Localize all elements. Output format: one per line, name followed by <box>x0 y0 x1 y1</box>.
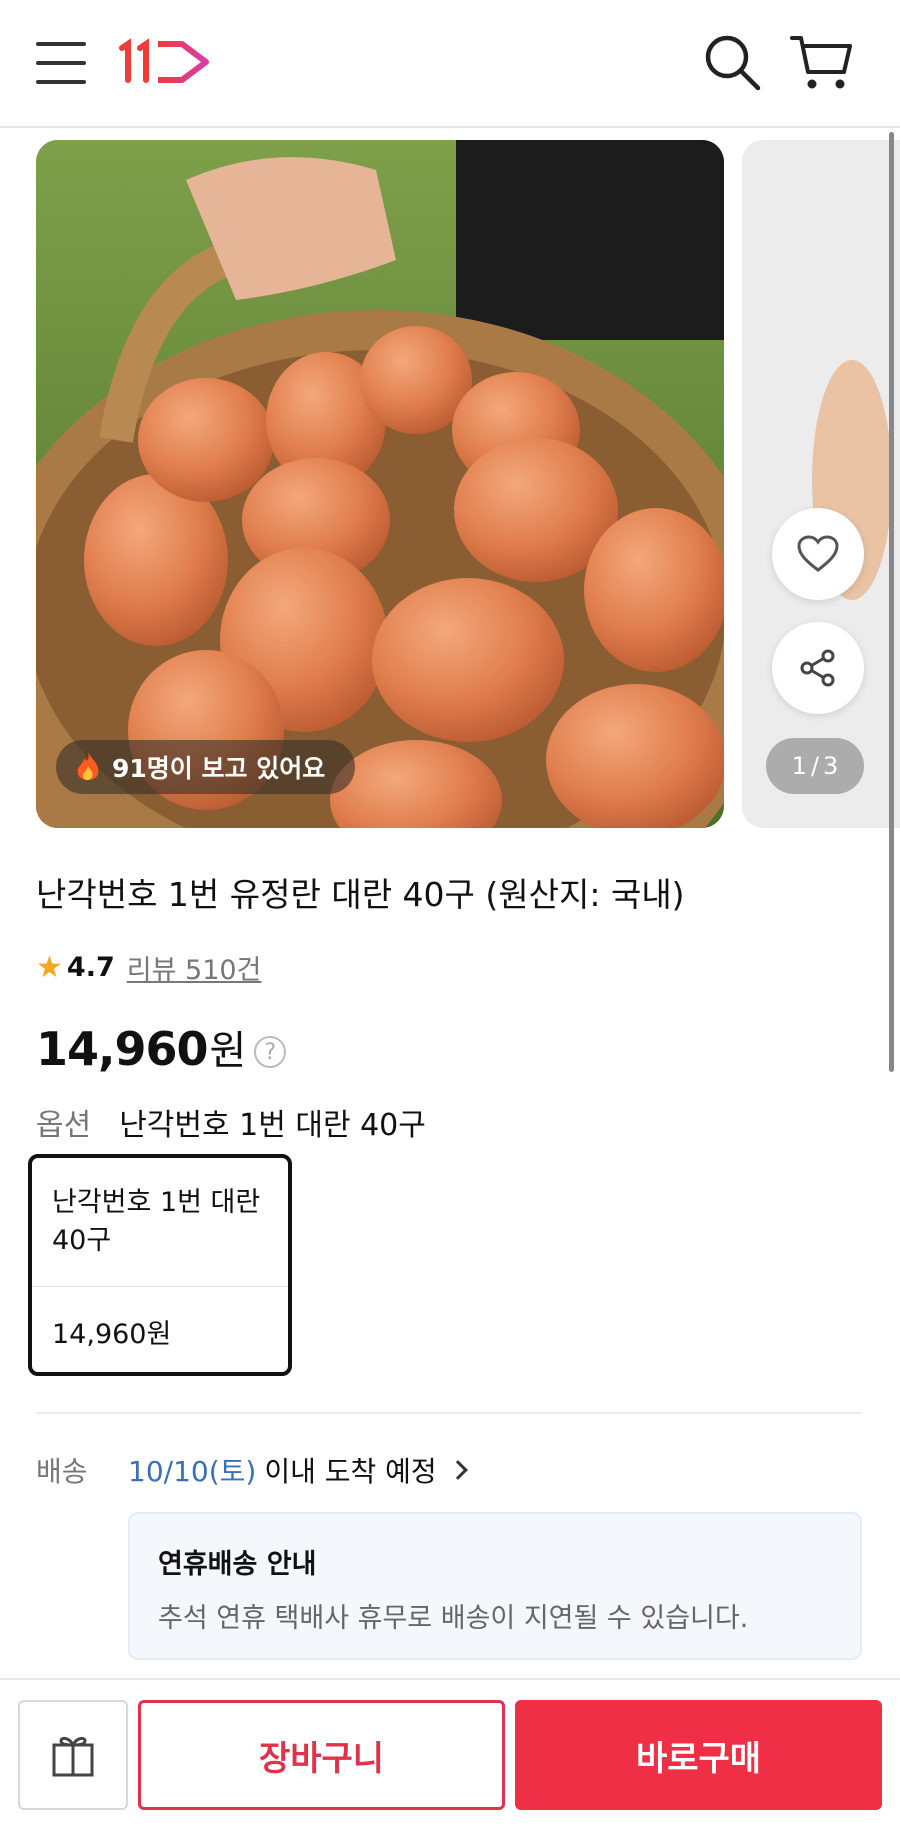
price-row: 14,960 원 ? <box>36 1018 287 1076</box>
rating-row: ★ 4.7 리뷰 510건 <box>36 948 261 987</box>
share-button[interactable] <box>772 622 864 714</box>
11st-logo[interactable] <box>116 34 216 90</box>
price-help-icon[interactable]: ? <box>254 1036 287 1068</box>
option-card-divider <box>32 1286 288 1287</box>
option-row: 옵션 난각번호 1번 대란 40구 <box>36 1100 426 1144</box>
counter-separator: / <box>810 752 820 780</box>
counter-current: 1 <box>791 752 807 780</box>
product-image-eggs-basket[interactable] <box>36 140 724 828</box>
option-selected-value: 난각번호 1번 대란 40구 <box>119 1108 426 1143</box>
chevron-right-icon <box>447 1460 468 1480</box>
star-icon: ★ <box>36 950 63 985</box>
top-header <box>0 0 900 128</box>
notice-text: 추석 연휴 택배사 휴무로 배송이 지연될 수 있습니다. <box>158 1603 749 1634</box>
page-scrollbar[interactable] <box>889 132 894 1072</box>
like-button[interactable] <box>772 508 864 600</box>
viewers-badge: 91명이 보고 있어요 <box>56 740 356 794</box>
rating-value: 4.7 <box>66 952 115 983</box>
delivery-label: 배송 <box>36 1455 88 1488</box>
heart-icon <box>797 535 839 572</box>
holiday-delivery-notice: 연휴배송 안내 추석 연휴 택배사 휴무로 배송이 지연될 수 있습니다. <box>128 1512 862 1660</box>
review-count-link[interactable]: 리뷰 510건 <box>127 948 262 987</box>
section-divider <box>36 1412 862 1414</box>
add-to-cart-button[interactable]: 장바구니 <box>138 1700 505 1810</box>
option-card-selected[interactable]: 난각번호 1번 대란 40구 14,960원 <box>28 1154 292 1376</box>
delivery-text: 이내 도착 예정 <box>264 1455 437 1488</box>
counter-total: 3 <box>823 752 839 780</box>
option-card-name: 난각번호 1번 대란 40구 <box>52 1187 261 1256</box>
product-image-next[interactable] <box>742 140 900 828</box>
gift-icon <box>52 1736 94 1777</box>
buy-now-button[interactable]: 바로구매 <box>515 1700 882 1810</box>
cart-icon[interactable] <box>788 30 854 94</box>
notice-title: 연휴배송 안내 <box>158 1549 317 1580</box>
fire-icon <box>77 752 99 780</box>
viewers-text: 91명이 보고 있어요 <box>112 754 326 783</box>
search-icon[interactable] <box>700 30 764 94</box>
price-unit: 원 <box>209 1028 247 1074</box>
product-image-gallery[interactable]: 91명이 보고 있어요 1 / 3 <box>0 140 900 830</box>
hamburger-icon[interactable] <box>36 40 86 86</box>
gift-button[interactable] <box>18 1700 128 1810</box>
option-label: 옵션 <box>36 1108 92 1143</box>
share-icon <box>800 649 835 687</box>
delivery-row[interactable]: 배송 10/10(토) 이내 도착 예정 <box>36 1450 468 1490</box>
product-title: 난각번호 1번 유정란 대란 40구 (원산지: 국내) <box>36 875 685 914</box>
image-counter: 1 / 3 <box>766 738 864 794</box>
delivery-date: 10/10(토) <box>128 1455 257 1488</box>
option-card-price: 14,960원 <box>52 1319 172 1350</box>
price-value: 14,960 <box>36 1022 209 1076</box>
bottom-action-bar: 장바구니 바로구매 <box>0 1678 900 1827</box>
